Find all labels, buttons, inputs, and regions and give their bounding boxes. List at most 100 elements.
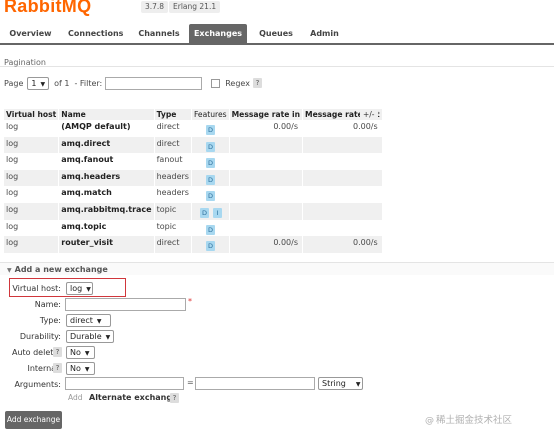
col-features: Features: [191, 109, 230, 120]
exchange-name-link[interactable]: amq.rabbitmq.trace: [58, 202, 155, 220]
add-exchange-title[interactable]: ▼ Add a new exchange: [7, 265, 108, 274]
exchange-name-link[interactable]: router_visit: [58, 236, 155, 253]
exchange-name-link[interactable]: (AMQP default): [58, 120, 155, 137]
durable-badge: D: [205, 141, 215, 152]
filter-label: - Filter:: [74, 78, 103, 88]
auto-delete-select[interactable]: No ▼: [66, 346, 95, 359]
filter-input[interactable]: [105, 76, 203, 90]
cell-type: topic: [154, 202, 192, 220]
erlang-version-badge: Erlang 21.1: [169, 1, 221, 13]
table-header-row: Virtual host Name Type Features Message …: [4, 109, 383, 120]
table-row[interactable]: log (AMQP default) direct D 0.00/s 0.00/…: [4, 120, 383, 137]
cell-features: D: [191, 136, 230, 154]
cell-features: D: [191, 219, 230, 237]
auto-delete-help-icon[interactable]: ?: [53, 347, 62, 357]
exchange-name-input[interactable]: [65, 298, 186, 311]
chevron-down-icon: ▼: [86, 286, 91, 293]
arguments-label: Arguments:: [14, 380, 61, 389]
tab-overview[interactable]: Overview: [8, 24, 53, 44]
tab-connections[interactable]: Connections: [68, 24, 123, 44]
add-argument-link[interactable]: Add: [68, 393, 83, 402]
cell-vhost: log: [4, 169, 60, 187]
cell-rate-in: 0.00/s: [229, 236, 304, 253]
tab-queues[interactable]: Queues: [257, 24, 295, 44]
cell-vhost: log: [4, 136, 60, 154]
cell-rate-out: [302, 186, 383, 203]
exchange-name-link[interactable]: amq.headers: [58, 169, 155, 187]
exchange-name-link[interactable]: amq.match: [58, 186, 155, 203]
chevron-down-icon: ▼: [355, 381, 361, 388]
table-row[interactable]: log amq.topic topic D: [4, 219, 383, 237]
cell-type: headers: [154, 186, 192, 203]
cell-type: direct: [154, 236, 192, 253]
cell-rate-in: [229, 186, 304, 203]
cell-rate-in: [229, 219, 304, 237]
table-row[interactable]: log amq.match headers D: [4, 186, 383, 203]
table-row[interactable]: log amq.headers headers D: [4, 169, 383, 187]
col-type[interactable]: Type: [154, 109, 192, 120]
argument-key-input[interactable]: [65, 377, 184, 390]
chevron-down-icon: ▼: [40, 80, 46, 88]
exchange-name-link[interactable]: amq.topic: [58, 219, 155, 237]
exchange-name-link[interactable]: amq.direct: [58, 136, 155, 154]
collapse-triangle-icon: ▼: [7, 267, 12, 274]
internal-badge: I: [212, 207, 222, 218]
page-select[interactable]: 1 ▼: [27, 76, 50, 90]
durable-badge: D: [199, 207, 209, 218]
alternate-exchange-help-icon[interactable]: ?: [170, 393, 179, 403]
cell-features: D: [191, 153, 230, 170]
virtual-host-label: Virtual host:: [12, 284, 61, 293]
cell-type: direct: [154, 136, 192, 154]
cell-rate-out: [302, 136, 383, 154]
cell-vhost: log: [4, 153, 60, 170]
cell-features: D: [191, 186, 230, 203]
regex-checkbox[interactable]: [211, 78, 221, 88]
add-exchange-button[interactable]: Add exchange: [5, 411, 62, 429]
cell-rate-in: 0.00/s: [229, 120, 304, 137]
cell-vhost: log: [4, 186, 60, 203]
table-row[interactable]: log amq.rabbitmq.trace topic DI: [4, 202, 383, 220]
virtual-host-select[interactable]: log ▼: [66, 282, 93, 295]
chevron-down-icon: ▼: [84, 350, 90, 357]
exchange-name-link[interactable]: amq.fanout: [58, 153, 155, 170]
regex-help-icon[interactable]: ?: [252, 78, 262, 88]
rabbitmq-logo[interactable]: RabbitMQ: [4, 0, 91, 17]
table-row[interactable]: log router_visit direct D 0.00/s 0.00/s: [4, 236, 383, 253]
cell-vhost: log: [4, 202, 60, 220]
tab-admin[interactable]: Admin: [308, 24, 341, 44]
version-badge: 3.7.8: [141, 1, 169, 13]
cell-rate-out: [302, 169, 383, 187]
alternate-exchange-link[interactable]: Alternate exchange: [89, 393, 178, 402]
table-row[interactable]: log amq.direct direct D: [4, 136, 383, 154]
durability-select[interactable]: Durable ▼: [66, 330, 114, 343]
durable-badge: D: [205, 224, 215, 235]
cell-type: direct: [154, 120, 192, 137]
tab-channels[interactable]: Channels: [137, 24, 181, 44]
col-virtual-host[interactable]: Virtual host: [4, 109, 60, 120]
durable-badge: D: [205, 241, 215, 252]
app-header: RabbitMQ 3.7.8 Erlang 21.1: [0, 0, 554, 24]
durable-badge: D: [205, 158, 215, 169]
exchange-type-select[interactable]: direct ▼: [66, 314, 111, 327]
internal-select[interactable]: No ▼: [66, 362, 95, 375]
column-toggle-button[interactable]: +/-: [360, 109, 378, 120]
cell-rate-out: [302, 219, 383, 237]
page-count: of 1: [54, 78, 70, 88]
section-divider: [0, 66, 554, 67]
chevron-down-icon: ▼: [96, 318, 102, 325]
chevron-down-icon: ▼: [105, 334, 111, 341]
argument-value-input[interactable]: [195, 377, 315, 390]
page-label: Page: [4, 78, 24, 88]
col-name[interactable]: Name: [58, 109, 155, 120]
tab-exchanges[interactable]: Exchanges: [189, 24, 247, 44]
cell-rate-in: [229, 153, 304, 170]
type-label: Type:: [39, 316, 61, 325]
internal-help-icon[interactable]: ?: [53, 363, 62, 373]
required-marker: *: [188, 297, 192, 306]
pagination-title: Pagination: [4, 58, 46, 67]
table-row[interactable]: log amq.fanout fanout D: [4, 153, 383, 170]
cell-type: fanout: [154, 153, 192, 170]
durable-badge: D: [205, 191, 215, 202]
argument-type-select[interactable]: String ▼: [318, 377, 363, 390]
cell-rate-out: 0.00/s: [302, 236, 383, 253]
